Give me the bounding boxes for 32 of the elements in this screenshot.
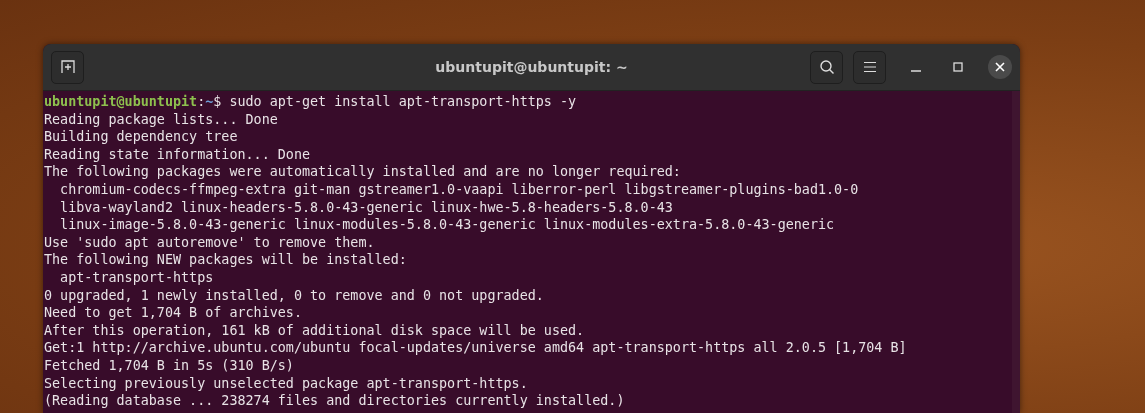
output-line: The following NEW packages will be installed: (44, 251, 407, 269)
new-tab-icon (59, 59, 76, 75)
output-line: Selecting previously unselected package apt-transport-https. (44, 374, 528, 393)
output-line: Reading state information... Done (44, 145, 311, 164)
prompt-separator: : (197, 94, 206, 109)
window-title: ubuntupit@ubuntupit: ~ (435, 59, 628, 75)
search-button[interactable] (810, 50, 843, 84)
output-line: Fetched 1,704 B in 5s (310 B/s) (44, 356, 294, 375)
maximize-icon (953, 62, 963, 72)
output-line: Use 'sudo apt autoremove' to remove them. (44, 233, 375, 252)
minimize-icon (911, 70, 921, 72)
output-line: (Reading database ... 238274 files and directories currently installed.) (44, 392, 625, 410)
output-line: Get:1 http://archive.ubuntu.com/ubuntu focal-updates/universe amd64 apt-transport-https all 2.0.5 [1,704 B] (44, 339, 907, 357)
search-icon (818, 59, 835, 75)
output-line: Reading package lists... Done (44, 110, 278, 129)
close-icon (995, 62, 1005, 72)
close-button[interactable] (988, 55, 1012, 79)
output-line: libva-wayland2 linux-headers-5.8.0-43-generic linux-hwe-5.8-headers-5.8.0-43 (59, 198, 673, 217)
output-line: Building dependency tree (44, 128, 238, 146)
output-line: Need to get 1,704 B of archives. (44, 304, 302, 322)
output-line: 0 upgraded, 1 newly installed, 0 to remove and 0 not upgraded. (44, 286, 544, 305)
output-line: linux-image-5.8.0-43-generic linux-modules-5.8.0-43-generic linux-modules-extra-5.8.0-43-generic (59, 216, 835, 234)
menu-button[interactable] (853, 50, 886, 84)
output-line: After this operation, 161 kB of additional disk space will be used. (44, 321, 585, 340)
menu-icon (862, 61, 877, 73)
new-tab-button[interactable] (51, 50, 84, 84)
output-line: The following packages were automatically installed and are no longer required: (44, 163, 681, 181)
command-text: $ sudo apt-get install apt-transport-https -y (213, 94, 577, 109)
output-line: apt-transport-https (59, 268, 214, 287)
prompt-user-host: ubuntupit@ubuntupit (44, 94, 198, 109)
output-line: chromium-codecs-ffmpeg-extra git-man gstreamer1.0-vaapi liberror-perl libgstreamer-plugins-bad1.0-0 (59, 180, 859, 199)
prompt-path: ~ (205, 94, 214, 109)
